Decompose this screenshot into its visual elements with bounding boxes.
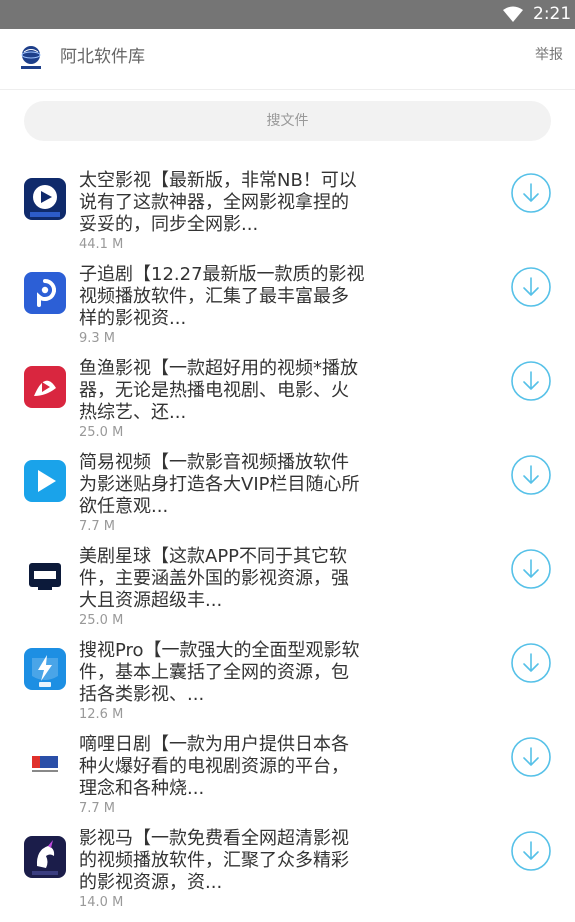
list-item[interactable]: 美剧星球【这款APP不同于其它软 件，主要涵盖外国的影视资源，强 大且资源超级丰… [0,546,575,640]
space-video-icon [24,178,66,220]
search-placeholder: 搜文件 [266,113,309,129]
file-size: 7.7 M [79,519,116,534]
search-input[interactable]: 搜文件 [24,101,551,141]
file-size: 25.0 M [79,613,124,628]
file-size: 44.1 M [79,237,124,252]
meiju-icon [24,554,66,596]
file-size: 7.7 M [79,801,116,816]
download-icon[interactable] [511,643,551,683]
file-size: 14.0 M [79,895,124,910]
list-item[interactable]: 太空影视【最新版，非常NB！可以 说有了这款神器，全网影视拿捏的 妥妥的，同步全… [0,170,575,264]
download-icon[interactable] [511,361,551,401]
download-icon[interactable] [511,455,551,495]
wifi-icon [503,6,523,22]
list-item[interactable]: 简易视频【一款影音视频播放软件 为影迷贴身打造各大VIP栏目随心所 欲任意观..… [0,452,575,546]
file-size: 25.0 M [79,425,124,440]
app-description: 子追剧【12.27最新版一款质的影视 视频播放软件，汇集了最丰富最多 样的影视资… [79,264,365,329]
app-description: 嘀哩日剧【一款为用户提供日本各 种火爆好看的电视剧资源的平台， 理念和各种烧..… [79,734,349,799]
app-logo-icon [21,46,41,69]
file-size: 9.3 M [79,331,116,346]
dili-riju-icon [24,742,66,784]
file-size: 12.6 M [79,707,124,722]
status-time: 2:21 [533,4,572,24]
app-description: 美剧星球【这款APP不同于其它软 件，主要涵盖外国的影视资源，强 大且资源超级丰… [79,546,349,611]
yingshima-icon [24,836,66,878]
download-icon[interactable] [511,173,551,213]
report-button[interactable]: 举报 [535,45,563,65]
list-item[interactable]: 影视马【一款免费看全网超清影视 的视频播放软件，汇聚了众多精彩 的影视资源，资.… [0,828,575,922]
app-description: 简易视频【一款影音视频播放软件 为影迷贴身打造各大VIP栏目随心所 欲任意观..… [79,452,360,517]
page-title: 阿北软件库 [60,47,145,67]
app-description: 太空影视【最新版，非常NB！可以 说有了这款神器，全网影视拿捏的 妥妥的，同步全… [79,170,357,235]
app-description: 鱼渔影视【一款超好用的视频*播放 器，无论是热播电视剧、电影、火 热综艺、还..… [79,358,358,423]
yuyu-video-icon [24,366,66,408]
app-header: 阿北软件库 举报 [0,29,575,90]
download-icon[interactable] [511,737,551,777]
zizhuiju-icon [24,272,66,314]
list-item[interactable]: 鱼渔影视【一款超好用的视频*播放 器，无论是热播电视剧、电影、火 热综艺、还..… [0,358,575,452]
list-item[interactable]: 搜视Pro【一款强大的全面型观影软 件，基本上囊括了全网的资源，包 括各类影视、… [0,640,575,734]
list-item[interactable]: 嘀哩日剧【一款为用户提供日本各 种火爆好看的电视剧资源的平台， 理念和各种烧..… [0,734,575,828]
soushi-pro-icon [24,648,66,690]
app-description: 影视马【一款免费看全网超清影视 的视频播放软件，汇聚了众多精彩 的影视资源，资.… [79,828,349,893]
app-description: 搜视Pro【一款强大的全面型观影软 件，基本上囊括了全网的资源，包 括各类影视、… [79,640,360,705]
status-bar: 2:21 [0,0,575,29]
download-icon[interactable] [511,549,551,589]
download-icon[interactable] [511,831,551,871]
jianyi-video-icon [24,460,66,502]
list-item[interactable]: 子追剧【12.27最新版一款质的影视 视频播放软件，汇集了最丰富最多 样的影视资… [0,264,575,358]
download-icon[interactable] [511,267,551,307]
